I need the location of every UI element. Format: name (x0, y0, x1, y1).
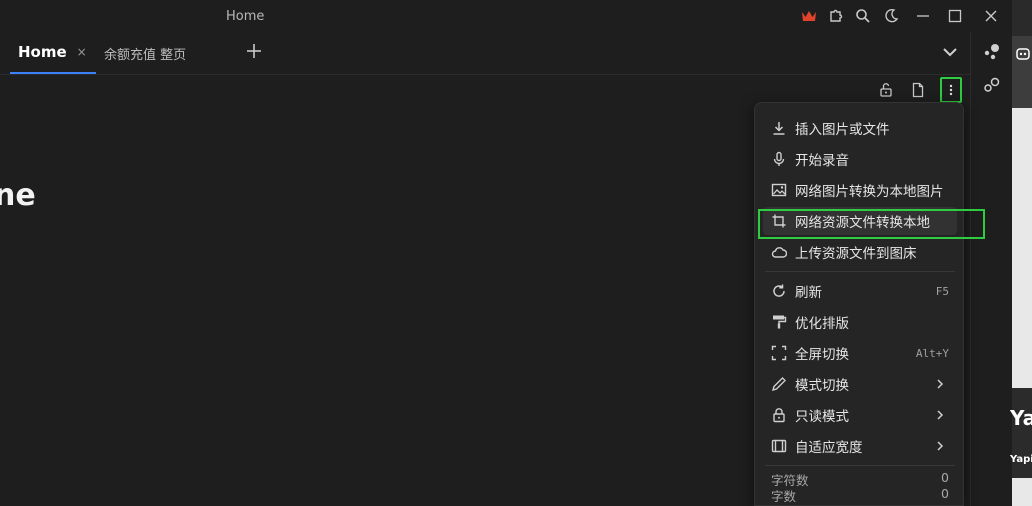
refresh-icon (771, 283, 787, 299)
document-icon[interactable] (908, 80, 928, 100)
unlock-icon[interactable] (876, 80, 896, 100)
menu-item-label: 插入图片或文件 (795, 122, 890, 138)
paint-roller-icon (771, 314, 787, 330)
minimize-icon[interactable] (914, 7, 932, 25)
graph-nodes-icon[interactable] (982, 42, 1002, 62)
menu-item-label: 自适应宽度 (795, 440, 863, 456)
adjacent-window-edge: Yap Yapi (1010, 0, 1032, 506)
tab-home[interactable]: Home × (10, 32, 96, 74)
menu-item-label: 网络图片转换为本地图片 (795, 184, 944, 200)
bot-icon (1015, 46, 1031, 66)
menu-item-optimize-layout[interactable]: 优化排版 (763, 308, 957, 336)
stat-word-count: 字数 0 (771, 486, 949, 504)
stat-value: 0 (941, 470, 949, 485)
tab-close-icon[interactable]: × (77, 45, 87, 59)
cloud-icon (771, 244, 787, 260)
menu-item-label: 优化排版 (795, 316, 849, 332)
menu-item-label: 只读模式 (795, 409, 849, 425)
tab-recharge-label: 余额充值 整页 (104, 47, 187, 63)
microphone-icon (771, 151, 787, 167)
menu-item-start-recording[interactable]: 开始录音 (763, 145, 957, 173)
search-icon[interactable] (854, 7, 872, 25)
chevron-right-icon (935, 378, 945, 390)
close-window-icon[interactable] (982, 7, 1000, 25)
adjacent-card-title: Yap (1010, 406, 1032, 430)
right-panel (970, 32, 1012, 506)
highlight-annotation-box (758, 209, 985, 239)
adjacent-content (1012, 108, 1032, 388)
more-options-menu: 插入图片或文件 开始录音 网络图片转换为本地图片 网络资源文件转换本地 上传资源 (754, 102, 964, 506)
menu-item-fullscreen[interactable]: 全屏切换 Alt+Y (763, 339, 957, 367)
link-nodes-icon[interactable] (982, 76, 1002, 96)
menu-item-label: 刷新 (795, 285, 822, 301)
window-title: Home (226, 9, 265, 24)
menu-item-convert-images[interactable]: 网络图片转换为本地图片 (763, 176, 957, 204)
image-icon (771, 182, 787, 198)
vertical-dots-icon (949, 84, 953, 96)
menu-item-refresh[interactable]: 刷新 F5 (763, 277, 957, 305)
download-icon (771, 120, 787, 136)
tab-recharge[interactable]: 余额充值 整页 (104, 32, 186, 74)
document-heading: ne (0, 178, 36, 213)
puzzle-icon[interactable] (827, 7, 845, 25)
adjacent-footer (1012, 478, 1032, 506)
menu-item-readonly-mode[interactable]: 只读模式 (763, 401, 957, 429)
menu-divider (765, 465, 955, 466)
tab-bar: Home × 余额充值 整页 (0, 32, 970, 75)
more-options-button[interactable] (940, 77, 962, 103)
fullscreen-icon (771, 345, 787, 361)
chevron-down-icon[interactable] (940, 42, 960, 62)
adjacent-card: Yap Yapi (1010, 388, 1032, 478)
stat-value: 0 (941, 502, 949, 505)
stat-paragraph-count: 段落 0 (771, 502, 949, 505)
menu-divider (765, 271, 955, 272)
menu-item-label: 上传资源文件到图床 (795, 246, 917, 262)
menu-item-mode-switch[interactable]: 模式切换 (763, 370, 957, 398)
layout-icon (771, 438, 787, 454)
stat-value: 0 (941, 486, 949, 501)
tab-home-label: Home (18, 43, 67, 61)
chevron-right-icon (935, 409, 945, 421)
menu-item-shortcut: F5 (935, 284, 949, 298)
pencil-icon (771, 376, 787, 392)
menu-item-adaptive-width[interactable]: 自适应宽度 (763, 432, 957, 460)
adjacent-card-subtitle: Yapi (1010, 454, 1032, 465)
menu-item-label: 开始录音 (795, 153, 849, 169)
crown-icon[interactable] (800, 7, 818, 25)
new-tab-plus-icon[interactable] (244, 41, 264, 61)
title-bar: Home (0, 0, 1012, 32)
menu-item-label: 全屏切换 (795, 347, 849, 363)
menu-item-shortcut: Alt+Y (915, 346, 949, 360)
menu-item-upload-to-image-host[interactable]: 上传资源文件到图床 (763, 238, 957, 266)
app-window: Home Home × 余额充值 整页 Ya Yapi ne 插入图片或文件 开… (0, 0, 1032, 506)
menu-item-label: 模式切换 (795, 378, 849, 394)
menu-item-insert-file[interactable]: 插入图片或文件 (763, 114, 957, 142)
dark-mode-moon-icon[interactable] (882, 7, 900, 25)
maximize-icon[interactable] (946, 7, 964, 25)
lock-icon (771, 407, 787, 423)
chevron-right-icon (935, 440, 945, 452)
adjacent-header (1012, 36, 1032, 108)
stat-char-count: 字符数 0 (771, 470, 949, 488)
